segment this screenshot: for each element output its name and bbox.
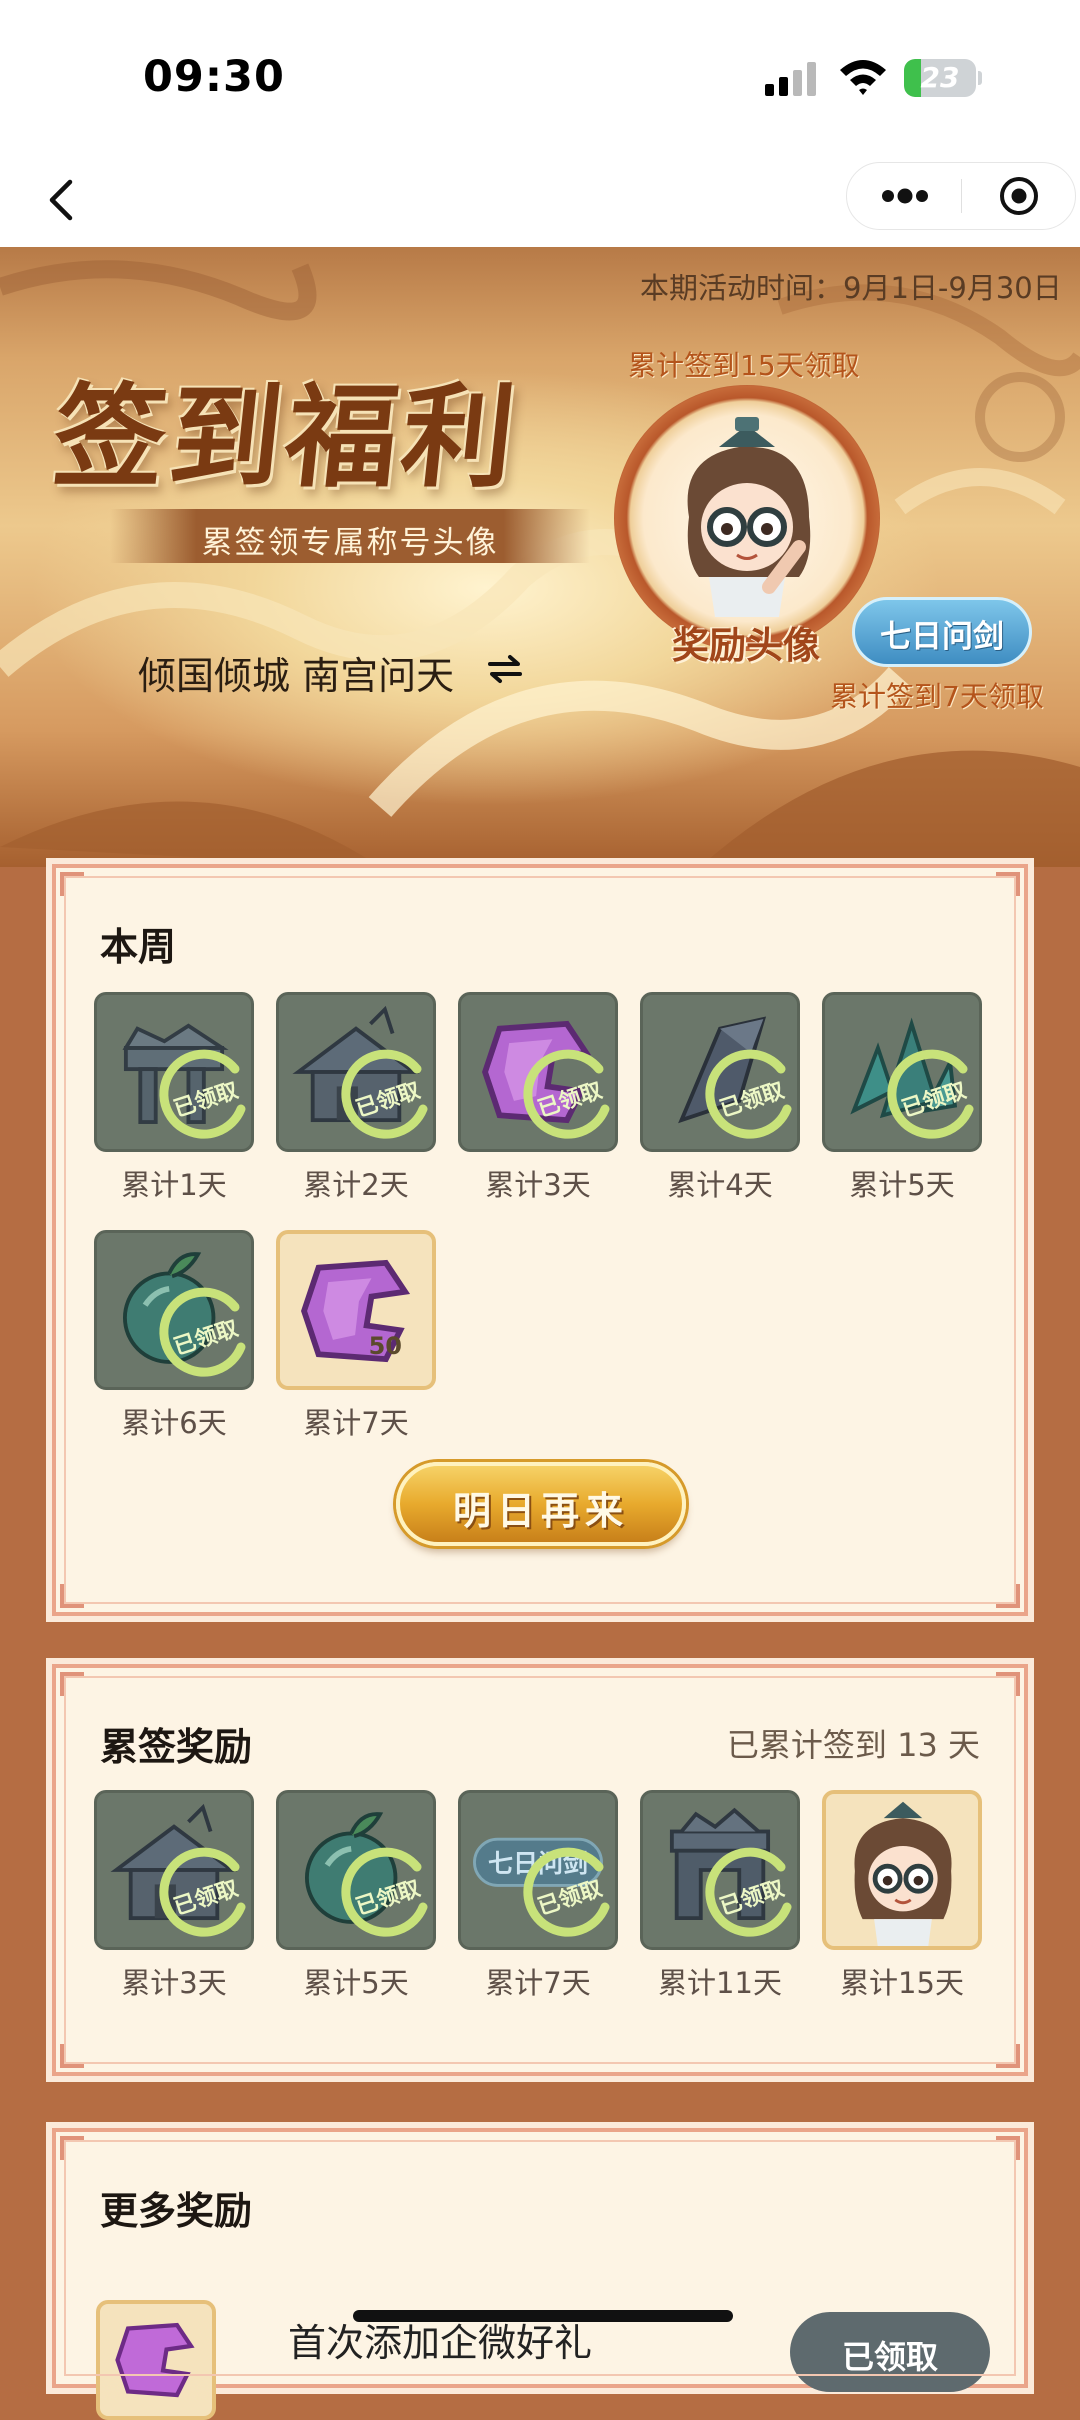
battery-icon: 23: [904, 59, 976, 97]
user-name: 倾国倾城 南宫问天: [138, 654, 455, 698]
corner-ornament: [996, 1584, 1020, 1608]
svg-text:已领取: 已领取: [717, 1875, 788, 1920]
weekly-reward-tile[interactable]: 50: [276, 1230, 436, 1390]
come-back-tomorrow-button[interactable]: 明日再来: [396, 1462, 686, 1546]
weekly-reward-day-label: 累计5天: [849, 1168, 955, 1202]
weekly-reward-tile[interactable]: 已领取: [94, 1230, 254, 1390]
svg-text:已领取: 已领取: [717, 1077, 788, 1122]
reward-quantity: 50: [368, 1332, 402, 1360]
claimed-stamp-icon: 已领取: [159, 1847, 246, 1937]
corner-ornament: [60, 1672, 84, 1696]
switch-account-icon[interactable]: [488, 654, 522, 684]
corner-ornament: [60, 872, 84, 896]
banner-title: 签到福利: [47, 372, 525, 503]
svg-text:已领取: 已领取: [353, 1077, 424, 1122]
more-rewards-card: 更多奖励 首次添加企微好礼 已领取: [52, 2128, 1028, 2420]
more-item-claim-label: 已领取: [841, 2338, 938, 2376]
purple-gem-icon: [115, 2322, 195, 2398]
claimed-stamp-icon: 已领取: [705, 1847, 792, 1937]
cumulative-card-title: 累签奖励: [100, 1725, 253, 1769]
weekly-reward-tile[interactable]: 已领取: [458, 992, 618, 1152]
avatar-portrait-icon: [854, 1801, 952, 1946]
nav-bar: [0, 150, 1080, 247]
weekly-reward-day-label: 累计3天: [485, 1168, 591, 1202]
back-button[interactable]: [30, 164, 100, 234]
corner-ornament: [60, 2044, 84, 2068]
cumulative-reward-tile[interactable]: [822, 1790, 982, 1950]
signal-icon: [765, 62, 816, 96]
weekly-reward-tile[interactable]: 已领取: [640, 992, 800, 1152]
reward-7-day-label: 累计签到7天领取: [830, 680, 1044, 713]
wechat-gift-icon: [96, 2300, 216, 2420]
more-button[interactable]: [847, 163, 961, 229]
weekly-card-title: 本周: [100, 925, 177, 969]
purple-gem-icon: [301, 1259, 411, 1363]
claimed-stamp-icon: 已领取: [159, 1049, 246, 1139]
come-back-tomorrow-label: 明日再来: [452, 1488, 629, 1533]
svg-text:已领取: 已领取: [899, 1077, 970, 1122]
battery-percent: 23: [920, 61, 960, 94]
battery-nub: [978, 71, 982, 85]
more-item-claim-button[interactable]: 已领取: [790, 2312, 990, 2392]
cumulative-reward-day-label: 累计3天: [121, 1966, 227, 2000]
title-badge: 七日问剑: [852, 597, 1032, 667]
back-arrow-icon: [49, 179, 73, 221]
weekly-reward-tile[interactable]: 已领取: [822, 992, 982, 1152]
weekly-reward-day-label: 累计2天: [303, 1168, 409, 1202]
status-bar: 09:30 23: [0, 0, 1080, 150]
more-card-title: 更多奖励: [100, 2189, 253, 2233]
cumulative-reward-tile[interactable]: 已领取: [276, 1790, 436, 1950]
cumulative-reward-tile[interactable]: 已领取: [94, 1790, 254, 1950]
claimed-stamp-icon: 已领取: [523, 1049, 610, 1139]
svg-text:已领取: 已领取: [171, 1875, 242, 1920]
corner-ornament: [996, 2044, 1020, 2068]
weekly-reward-day-label: 累计1天: [121, 1168, 227, 1202]
corner-ornament: [60, 2136, 84, 2160]
activity-time: 本期活动时间：9月1日-9月30日: [640, 271, 1062, 305]
claimed-stamp-icon: 已领取: [341, 1847, 428, 1937]
weekly-reward-day-label: 累计4天: [667, 1168, 773, 1202]
svg-text:已领取: 已领取: [535, 1875, 606, 1920]
weekly-reward-day-label: 累计7天: [303, 1406, 409, 1440]
wifi-icon: [840, 60, 886, 95]
corner-ornament: [996, 2136, 1020, 2160]
claimed-stamp-icon: 已领取: [887, 1049, 974, 1139]
banner-subtitle-bar: 累签领专属称号头像: [110, 509, 590, 563]
close-target-icon: [1000, 177, 1038, 215]
reward-avatar-label: 奖励头像: [672, 623, 820, 667]
weekly-checkin-card: 本周 明日再来 已领取 累计1天 已领取 累计2天 已领取 累计3天 已领取 累计4天 已领取累…: [52, 864, 1028, 1616]
avatar-character-icon[interactable]: [649, 417, 845, 617]
banner-subtitle: 累签领专属称号头像: [201, 525, 499, 561]
cumulative-reward-day-label: 累计7天: [485, 1966, 591, 2000]
svg-text:已领取: 已领取: [353, 1875, 424, 1920]
svg-text:已领取: 已领取: [171, 1077, 242, 1122]
status-time: 09:30: [143, 52, 285, 102]
weekly-reward-tile[interactable]: 已领取: [94, 992, 254, 1152]
cumulative-days-summary: 已累计签到 13 天: [726, 1726, 980, 1764]
claimed-stamp-icon: 已领取: [159, 1287, 246, 1377]
corner-ornament: [996, 1672, 1020, 1696]
close-button[interactable]: [962, 163, 1076, 229]
title-badge-text: 七日问剑: [880, 619, 1004, 655]
reward-15-day-label: 累计签到15天领取: [628, 349, 860, 382]
home-indicator: [353, 2310, 733, 2322]
claimed-stamp-icon: 已领取: [523, 1847, 610, 1937]
weekly-reward-day-label: 累计6天: [121, 1406, 227, 1440]
cumulative-reward-day-label: 累计5天: [303, 1966, 409, 2000]
cumulative-reward-card: 累签奖励 已累计签到 13 天 已领取累计3天 已领取累计5天 七日问剑 已领取累计7…: [52, 1664, 1028, 2076]
weekly-reward-tile[interactable]: 已领取: [276, 992, 436, 1152]
banner: 本期活动时间：9月1日-9月30日 签到福利 累签领专属称号头像 倾国倾城 南宫…: [0, 247, 1080, 867]
corner-ornament: [60, 1584, 84, 1608]
more-dots-icon: [882, 188, 928, 204]
mini-program-capsule: [846, 162, 1076, 230]
cumulative-reward-tile[interactable]: 已领取: [640, 1790, 800, 1950]
svg-text:已领取: 已领取: [535, 1077, 606, 1122]
cumulative-reward-day-label: 累计11天: [658, 1966, 782, 2000]
cumulative-reward-day-label: 累计15天: [840, 1966, 964, 2000]
corner-ornament: [996, 872, 1020, 896]
svg-text:已领取: 已领取: [171, 1315, 242, 1360]
claimed-stamp-icon: 已领取: [341, 1049, 428, 1139]
cumulative-reward-tile[interactable]: 七日问剑 已领取: [458, 1790, 618, 1950]
claimed-stamp-icon: 已领取: [705, 1049, 792, 1139]
